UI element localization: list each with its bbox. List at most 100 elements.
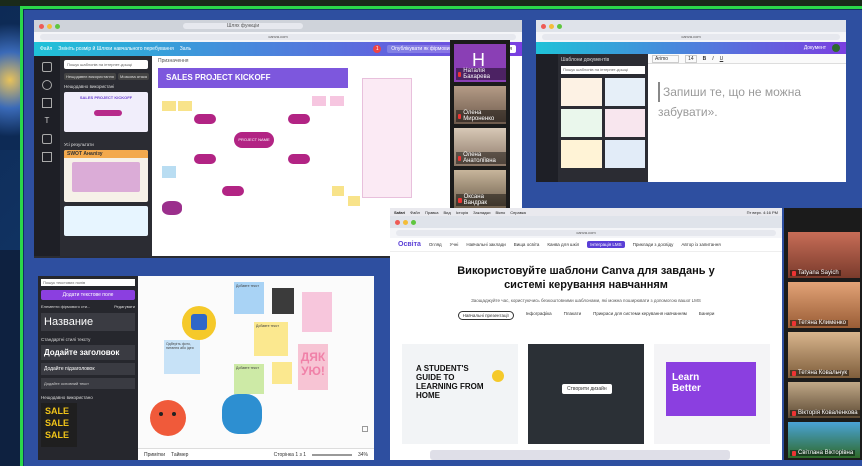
menu-window[interactable]: Вікно — [495, 210, 505, 215]
mind-node-4[interactable] — [288, 154, 310, 164]
back-to-templates[interactable]: Шаблони документів — [561, 57, 645, 63]
tab-presentations[interactable]: Навчальні презентації — [457, 311, 514, 320]
share-avatar[interactable] — [832, 44, 840, 52]
doc-thumb-3[interactable] — [561, 109, 602, 137]
menu-zal[interactable]: Заль — [180, 46, 191, 52]
menu-view[interactable]: Вид — [443, 210, 450, 215]
card-science[interactable]: Створити дизайн — [528, 344, 644, 444]
video-tile-3[interactable]: Олена Анатоліївна — [454, 128, 506, 166]
sticky-note-4[interactable] — [312, 96, 326, 106]
sticky-note-2[interactable] — [178, 101, 192, 111]
draw-icon[interactable] — [42, 134, 52, 144]
video-tile-1[interactable]: H Наталія Бахарева — [454, 44, 506, 82]
sticky-green[interactable]: Добавте текст — [234, 364, 264, 394]
text-search-input[interactable]: Пошук текстових полів — [41, 279, 135, 286]
menu-help[interactable]: Справка — [510, 210, 526, 215]
doc-thumb-1[interactable] — [561, 78, 602, 106]
template-thumb-more[interactable] — [64, 206, 148, 236]
video-tile-a[interactable]: Tatyana Sayich — [788, 232, 860, 278]
menu-file[interactable]: Файл — [40, 46, 52, 52]
elements-icon[interactable] — [42, 80, 52, 90]
add-heading-button[interactable]: Додайте заголовок — [41, 345, 135, 360]
add-textbox-button[interactable]: Додати текстове поле — [41, 290, 135, 300]
menu-bookmarks[interactable]: Закладки — [473, 210, 490, 215]
brand-heading[interactable]: Название — [41, 313, 135, 331]
chip-recent[interactable]: Нещодавнє використання — [64, 73, 116, 80]
nav-schools[interactable]: Навчальні заклади — [466, 242, 505, 247]
photo-card[interactable] — [272, 288, 294, 314]
thanks-card[interactable]: ДЯК УЮ! — [298, 344, 328, 390]
mind-node-5[interactable] — [222, 186, 244, 196]
sticky-note-1[interactable] — [162, 101, 176, 111]
doc-thumb-4[interactable] — [604, 109, 645, 137]
sticky-note-6[interactable] — [332, 186, 344, 196]
center-node[interactable]: PROJECT NAME — [234, 132, 274, 148]
clap-sticker[interactable] — [222, 394, 262, 434]
tab-infographics[interactable]: Інфографіка — [526, 311, 552, 320]
doc-search-input[interactable]: Пошук шаблонів на інтернет-дошці — [561, 66, 645, 74]
maximize-dot-icon[interactable] — [55, 23, 60, 29]
sticky-yellow-2[interactable] — [272, 362, 292, 384]
doc-name[interactable]: Документ — [804, 45, 826, 51]
font-size[interactable]: 14 — [685, 54, 697, 63]
video-tile-2[interactable]: Олена Мироненко — [454, 86, 506, 124]
heart-sticker[interactable] — [150, 400, 186, 436]
sticky-note-5[interactable] — [330, 96, 344, 106]
tab-banners[interactable]: Банери — [699, 311, 714, 320]
template-thumb-swot[interactable]: SWOT Аналізу — [64, 150, 148, 202]
url-field[interactable]: canva.com — [40, 34, 516, 40]
menu-safari[interactable]: Safari — [394, 210, 405, 215]
nav-higher-ed[interactable]: Вища освіта — [514, 242, 540, 247]
add-body-button[interactable]: Додайте основний текст — [41, 378, 135, 389]
nav-lms[interactable]: Інтеграція LMS — [587, 241, 625, 248]
doc-body-text[interactable]: Запиши те, що не можна забувати». — [648, 64, 846, 140]
underline-icon[interactable]: U — [720, 56, 724, 62]
projects-icon[interactable] — [42, 152, 52, 162]
scroll-up-icon[interactable] — [362, 426, 368, 432]
maximize-dot-icon[interactable] — [557, 23, 562, 29]
video-tile-e[interactable]: Світлана Вікторівна — [788, 422, 860, 458]
italic-icon[interactable]: I — [712, 56, 713, 62]
menu-edit[interactable]: Правка — [425, 210, 439, 215]
doc-thumb-2[interactable] — [604, 78, 645, 106]
template-search-input[interactable]: Пошук шаблонів на інтернет-дошці — [64, 60, 148, 69]
close-dot-icon[interactable] — [39, 23, 44, 29]
url-field[interactable]: canva.com — [396, 230, 776, 236]
close-dot-icon[interactable] — [541, 23, 546, 29]
tab-posters[interactable]: Плакати — [564, 311, 581, 320]
menu-resize[interactable]: Змініть розмір й Шляхи навчального переб… — [58, 46, 173, 52]
thumbs-up-sticker[interactable] — [182, 306, 216, 340]
tab-lms-decor[interactable]: Прикраси для системи керування навчанням — [593, 311, 687, 320]
side-board[interactable] — [362, 78, 412, 198]
video-tile-d[interactable]: Вікторія Коваленкова — [788, 382, 860, 418]
sale-template[interactable]: SALE SALE SALE — [41, 403, 77, 447]
doc-thumb-5[interactable] — [561, 140, 602, 168]
card-learn-better[interactable]: Learn Better — [654, 344, 770, 444]
edit-link[interactable]: Редагувати — [114, 304, 135, 309]
chip-brainstorm[interactable]: Мозкова атака — [117, 73, 150, 80]
video-tile-4[interactable]: Оксана Вандрак — [454, 170, 506, 208]
card-student-guide[interactable]: A STUDENT'S GUIDE TO LEARNING FROM HOME — [402, 344, 518, 444]
mind-node-1[interactable] — [194, 114, 216, 124]
notification-badge[interactable]: 1 — [373, 45, 382, 53]
add-subheading-button[interactable]: Додайте підзаголовок — [41, 363, 135, 375]
nav-students[interactable]: Учні — [450, 242, 459, 247]
minimize-dot-icon[interactable] — [47, 23, 52, 29]
sticky-blue-2[interactable]: Одберіть фото, питання або ідея — [164, 340, 200, 374]
url-field[interactable]: canva.com — [542, 34, 840, 40]
notes-button[interactable]: Примітки — [144, 452, 165, 458]
mind-node-3[interactable] — [288, 114, 310, 124]
sticky-blue[interactable]: Добавте текст — [234, 282, 264, 314]
sticky-yellow[interactable]: Добавте текст — [254, 322, 288, 356]
nav-overview[interactable]: Огляд — [429, 242, 442, 247]
mind-node-2[interactable] — [194, 154, 216, 164]
timer-button[interactable]: Таймер — [171, 452, 188, 458]
menu-file[interactable]: Файл — [410, 210, 420, 215]
nav-cases[interactable]: Приклади з досвіду — [633, 242, 674, 247]
templates-icon[interactable] — [42, 62, 52, 72]
maximize-dot-icon[interactable] — [411, 219, 416, 225]
minimize-dot-icon[interactable] — [403, 219, 408, 225]
sticky-pink[interactable] — [302, 292, 332, 332]
nav-canva-schools[interactable]: Канва для шкіл — [547, 242, 579, 247]
nav-author[interactable]: Автор із запитання — [681, 242, 720, 247]
